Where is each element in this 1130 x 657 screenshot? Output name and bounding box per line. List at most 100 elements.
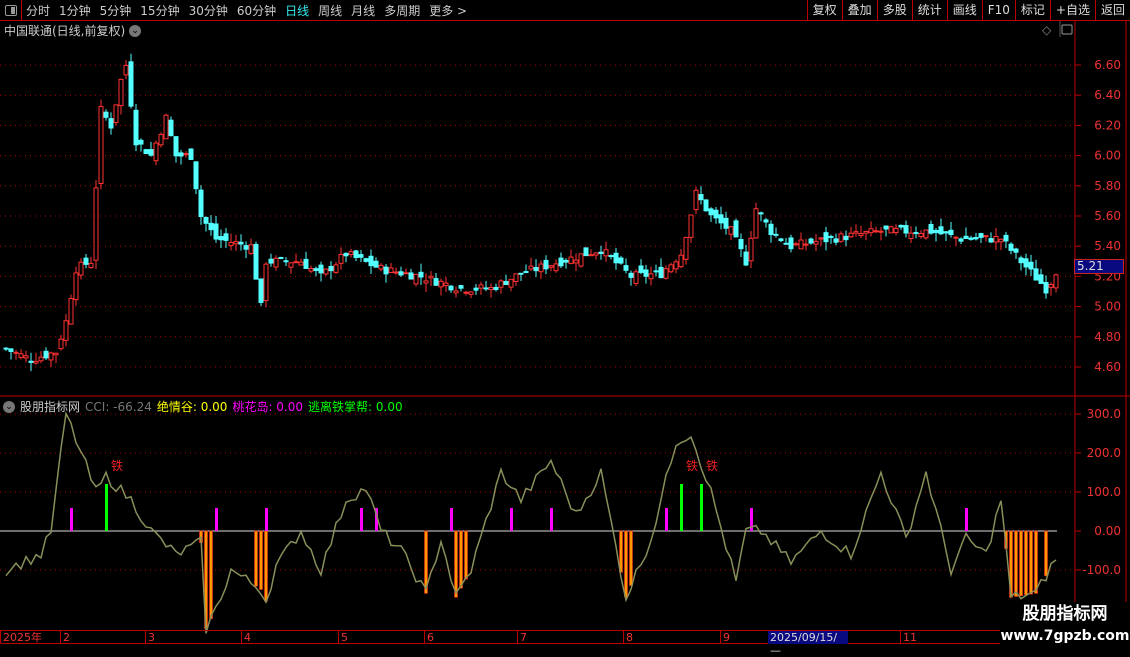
candle: [238, 241, 244, 245]
candle: [423, 280, 429, 284]
candle: [463, 291, 469, 294]
candle: [288, 262, 294, 268]
candle: [398, 271, 404, 276]
candle: [493, 286, 499, 291]
candle: [883, 225, 889, 230]
candle: [598, 251, 604, 254]
price-tick: 5.40: [1094, 239, 1121, 253]
candle: [978, 233, 984, 238]
candle: [188, 148, 194, 160]
candle: [528, 265, 534, 270]
tlz-bar: [680, 484, 683, 531]
candle: [348, 251, 354, 255]
candle: [828, 235, 834, 238]
candle: [613, 252, 619, 264]
jqg-bar: [464, 530, 468, 580]
time-label: 8: [623, 631, 633, 644]
candle: [813, 240, 819, 245]
time-label: 4: [241, 631, 251, 644]
candle: [1023, 258, 1029, 268]
candle: [678, 254, 684, 268]
chart-canvas[interactable]: ◇6.606.406.206.005.805.605.405.205.004.8…: [0, 0, 1130, 650]
candle: [243, 245, 249, 250]
candle: [458, 285, 464, 289]
candle: [763, 219, 769, 223]
candle: [923, 229, 929, 239]
candle: [168, 119, 174, 137]
thd-bar: [215, 508, 218, 531]
time-label: 3: [145, 631, 155, 644]
candle: [303, 258, 309, 269]
candle: [683, 237, 689, 260]
time-label: 7: [517, 631, 527, 644]
candle: [603, 249, 609, 257]
tlz-bar: [700, 484, 703, 531]
candle: [78, 261, 84, 276]
candle: [133, 109, 139, 146]
jqg-bar: [254, 530, 258, 587]
candle: [53, 352, 59, 356]
candle: [863, 231, 869, 234]
candle: [708, 208, 714, 216]
candle: [818, 237, 824, 240]
candle: [888, 226, 894, 234]
candle: [788, 237, 794, 250]
candle: [1018, 257, 1024, 264]
candle: [1003, 234, 1009, 242]
candle: [68, 298, 74, 325]
thd-bar: [450, 508, 453, 531]
candle: [758, 212, 764, 215]
candle: [328, 265, 334, 272]
candle: [628, 272, 634, 278]
candle: [1053, 274, 1059, 289]
candle: [693, 189, 699, 211]
candle: [673, 261, 679, 270]
price-tick: 6.60: [1094, 58, 1121, 72]
candle: [748, 237, 754, 262]
candle: [1038, 274, 1044, 284]
candle: [158, 133, 164, 146]
price-tick: 5.80: [1094, 179, 1121, 193]
candle: [13, 351, 19, 354]
candle: [638, 265, 644, 273]
cci-line: [5, 411, 1057, 634]
cci-tick: -100.0: [1082, 563, 1121, 577]
price-tick: 6.40: [1094, 88, 1121, 102]
watermark: 股朋指标网 www.7gpzb.com: [1000, 602, 1130, 650]
candle: [778, 238, 784, 242]
price-tick: 6.20: [1094, 118, 1121, 132]
thd-bar: [510, 508, 513, 531]
candle: [438, 280, 444, 288]
candle: [183, 153, 189, 156]
candle: [173, 136, 179, 157]
candle: [998, 238, 1004, 243]
candle: [713, 209, 719, 219]
candle: [563, 259, 569, 263]
candle: [803, 243, 809, 246]
candle: [658, 266, 664, 279]
candle: [743, 251, 749, 266]
candle: [443, 282, 449, 287]
candle: [488, 286, 494, 291]
candle: [113, 104, 119, 123]
candle: [483, 287, 489, 290]
candle: [993, 236, 999, 243]
candle: [223, 233, 229, 241]
candle: [843, 235, 849, 241]
candle: [28, 360, 34, 363]
candle: [558, 257, 564, 267]
candle: [918, 233, 924, 238]
candle: [433, 278, 439, 286]
jqg-bar: [1034, 530, 1038, 594]
candle: [733, 220, 739, 238]
candle: [868, 228, 874, 234]
candle: [353, 250, 359, 259]
price-tick: 4.80: [1094, 330, 1121, 344]
candle: [233, 241, 239, 245]
candle: [538, 263, 544, 273]
candle: [33, 360, 39, 364]
candle: [943, 231, 949, 234]
candle: [653, 270, 659, 273]
candle: [473, 287, 479, 291]
candle: [48, 352, 54, 361]
